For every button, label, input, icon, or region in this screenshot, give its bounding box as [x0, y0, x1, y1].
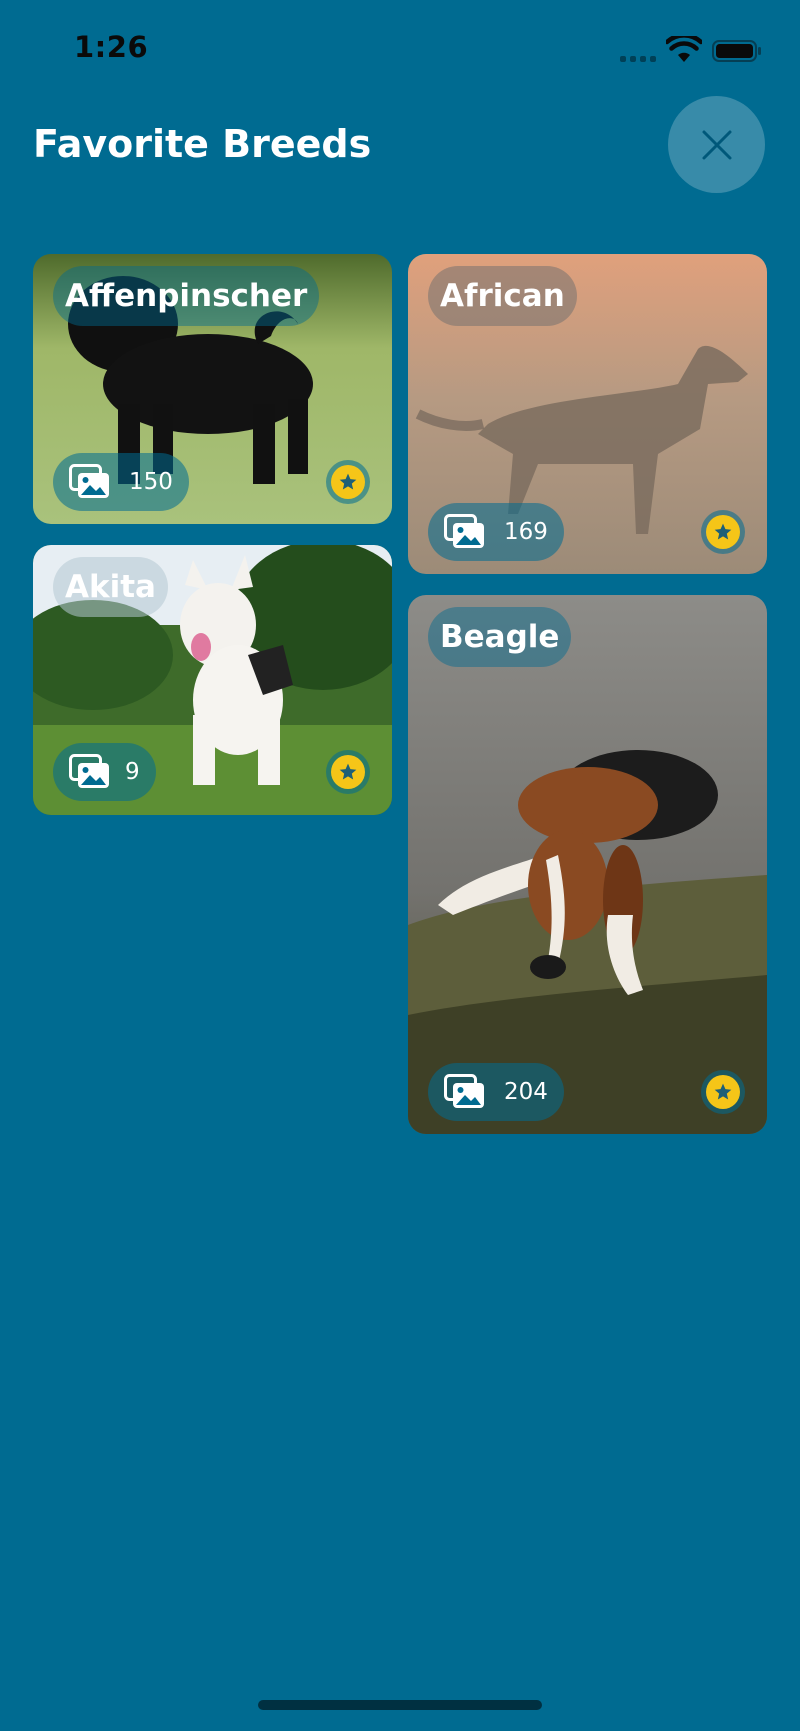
- breed-card-akita[interactable]: Akita 9: [33, 545, 392, 815]
- page-title: Favorite Breeds: [33, 122, 372, 166]
- breed-name: African: [428, 266, 577, 326]
- image-count: 150: [129, 469, 173, 495]
- gallery-icon: [444, 1074, 484, 1108]
- breed-card-beagle[interactable]: Beagle 204: [408, 595, 767, 1134]
- close-button[interactable]: [668, 96, 765, 193]
- image-count-badge: 150: [53, 453, 189, 511]
- favorite-star-button[interactable]: [701, 1070, 745, 1114]
- star-icon: [714, 523, 732, 540]
- breed-name: Affenpinscher: [53, 266, 320, 326]
- star-icon: [339, 763, 357, 780]
- battery-icon: [712, 40, 761, 62]
- dog-photo: [408, 595, 767, 1134]
- star-icon: [339, 473, 357, 490]
- favorite-star-button[interactable]: [326, 460, 370, 504]
- image-count: 169: [504, 519, 548, 545]
- image-count-badge: 9: [53, 743, 156, 801]
- star-icon: [714, 1083, 732, 1100]
- breed-card-african[interactable]: African 169: [408, 254, 767, 574]
- gallery-icon: [444, 514, 484, 548]
- cellular-signal-icon: [620, 56, 656, 62]
- close-icon: [702, 130, 731, 159]
- breed-name: Beagle: [428, 607, 572, 667]
- favorite-star-button[interactable]: [326, 750, 370, 794]
- breed-name: Akita: [53, 557, 168, 617]
- favorite-star-button[interactable]: [701, 510, 745, 554]
- image-count: 9: [125, 759, 140, 785]
- home-indicator[interactable]: [258, 1700, 542, 1710]
- image-count: 204: [504, 1079, 548, 1105]
- image-count-badge: 204: [428, 1063, 564, 1121]
- gallery-icon: [69, 464, 109, 498]
- gallery-icon: [69, 754, 109, 788]
- status-time: 1:26: [74, 30, 149, 64]
- wifi-icon: [666, 36, 702, 62]
- status-bar: 1:26: [0, 0, 800, 100]
- image-count-badge: 169: [428, 503, 564, 561]
- breed-card-affenpinscher[interactable]: Affenpinscher 150: [33, 254, 392, 524]
